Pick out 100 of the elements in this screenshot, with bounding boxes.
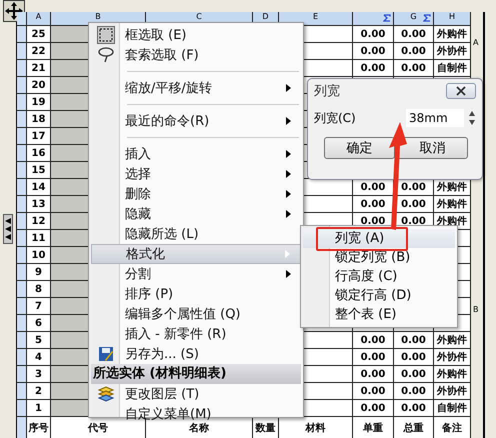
table-cell: 0.00 <box>394 400 434 417</box>
menu-item[interactable]: 删除 <box>91 184 301 204</box>
table-cell: 7 <box>27 298 51 315</box>
row-selector[interactable] <box>17 213 27 230</box>
row-selector[interactable] <box>17 281 27 298</box>
row-selector[interactable] <box>17 60 27 77</box>
row-selector[interactable] <box>17 145 27 162</box>
submenu-arrow-icon <box>286 190 291 198</box>
column-header[interactable]: H <box>434 12 471 26</box>
table-cell: 0.00 <box>394 60 434 77</box>
table-cell: 0.00 <box>394 26 434 43</box>
row-selector[interactable] <box>17 349 27 366</box>
collapse-arrows-icon <box>4 216 12 242</box>
field-label: 列宽(C) <box>314 110 357 126</box>
dialog-button[interactable]: 取消 <box>397 137 468 159</box>
row-selector[interactable] <box>17 128 27 145</box>
row-selector[interactable] <box>17 264 27 281</box>
table-cell: 外购件 <box>434 196 471 213</box>
sum-icon <box>423 14 431 22</box>
column-header[interactable]: E <box>279 12 353 26</box>
row-selector[interactable] <box>17 196 27 213</box>
table-cell: 外购件 <box>434 26 471 43</box>
lasso-icon <box>97 47 115 63</box>
row-selector[interactable] <box>17 315 27 332</box>
menu-item[interactable]: 另存为... (S) <box>91 344 301 364</box>
menu-item[interactable]: 锁定列宽 (B) <box>303 248 455 267</box>
menu-item[interactable]: 排序 (P) <box>91 284 301 304</box>
row-selector[interactable] <box>17 366 27 383</box>
table-cell: 13 <box>27 196 51 213</box>
spinner-icon[interactable] <box>468 109 476 127</box>
submenu-arrow-icon <box>286 84 291 92</box>
footer-cell: 总重 <box>394 417 434 438</box>
row-selector[interactable] <box>17 383 27 400</box>
table-cell: 0.00 <box>353 332 394 349</box>
row-selector[interactable] <box>17 247 27 264</box>
dialog-button[interactable]: 确定 <box>324 137 395 159</box>
menu-item[interactable]: 插入 <box>91 144 301 164</box>
menu-item[interactable]: 列宽 (A) <box>303 229 455 248</box>
table-cell: 0.00 <box>353 60 394 77</box>
table-cell: 17 <box>27 128 51 145</box>
row-selector[interactable] <box>17 179 27 196</box>
zone-label: A <box>473 38 480 47</box>
menu-item[interactable]: 插入 - 新零件 (R) <box>91 324 301 344</box>
menu-item[interactable]: 选择 <box>91 164 301 184</box>
menu-item[interactable]: 套索选取 (F) <box>91 45 301 65</box>
table-cell: 5 <box>27 332 51 349</box>
menu-item[interactable]: 格式化 <box>91 244 301 264</box>
menu-item[interactable]: 锁定行高 (D) <box>303 286 455 305</box>
column-header[interactable]: G <box>394 12 434 26</box>
row-selector[interactable] <box>17 26 27 43</box>
menu-item[interactable]: 隐藏所选 (L) <box>91 224 301 244</box>
table-cell: 19 <box>27 94 51 111</box>
footer-cell: 数量 <box>253 417 279 438</box>
box-select-icon <box>97 26 115 44</box>
row-selector[interactable] <box>17 417 27 438</box>
table-cell: 0.00 <box>353 43 394 60</box>
menu-item[interactable]: 更改图层 (T) <box>91 384 301 404</box>
table-cell: 0.00 <box>394 383 434 400</box>
row-selector[interactable] <box>17 94 27 111</box>
footer-cell: 备注 <box>434 417 471 438</box>
submenu-arrow-icon <box>286 117 291 125</box>
row-selector[interactable] <box>17 332 27 349</box>
table-cell: 6 <box>27 315 51 332</box>
menu-item[interactable]: 整个表 (E) <box>303 305 455 324</box>
menu-item[interactable]: 最近的命令(R) <box>91 111 301 131</box>
close-button[interactable] <box>446 83 476 99</box>
column-header[interactable]: A <box>27 12 51 26</box>
menu-item[interactable]: 行高度 (C) <box>303 267 455 286</box>
table-cell: 外购件 <box>434 179 471 196</box>
corner-cell[interactable] <box>17 12 27 26</box>
table-cell: 22 <box>27 43 51 60</box>
menu-item[interactable]: 隐藏 <box>91 204 301 224</box>
width-field[interactable]: 38mm <box>406 109 464 127</box>
menu-item[interactable]: 分割 <box>91 264 301 284</box>
table-cell: 0.00 <box>353 349 394 366</box>
row-selector[interactable] <box>17 77 27 94</box>
submenu-arrow-icon <box>286 170 291 178</box>
row-selector[interactable] <box>17 298 27 315</box>
row-selector[interactable] <box>17 162 27 179</box>
table-cell: 自制件 <box>434 60 471 77</box>
table-cell: 12 <box>27 213 51 230</box>
column-header[interactable] <box>353 12 394 26</box>
submenu-arrow-icon <box>286 270 291 278</box>
sum-icon <box>383 14 391 22</box>
menu-item[interactable]: 框选取 (E) <box>91 25 301 45</box>
table-cell: 0.00 <box>353 400 394 417</box>
table-cell: 11 <box>27 230 51 247</box>
table-cell: 16 <box>27 145 51 162</box>
table-cell: 15 <box>27 162 51 179</box>
row-selector[interactable] <box>17 400 27 417</box>
collapse-tab[interactable] <box>3 214 13 244</box>
table-cell: 0.00 <box>353 26 394 43</box>
row-selector[interactable] <box>17 230 27 247</box>
row-selector[interactable] <box>17 43 27 60</box>
dialog-title: 列宽 <box>314 83 340 100</box>
table-cell: 10 <box>27 247 51 264</box>
table-cell: 14 <box>27 179 51 196</box>
menu-item[interactable]: 编辑多个属性值 (Q) <box>91 304 301 324</box>
row-selector[interactable] <box>17 111 27 128</box>
menu-item[interactable]: 缩放/平移/旋转 <box>91 78 301 98</box>
